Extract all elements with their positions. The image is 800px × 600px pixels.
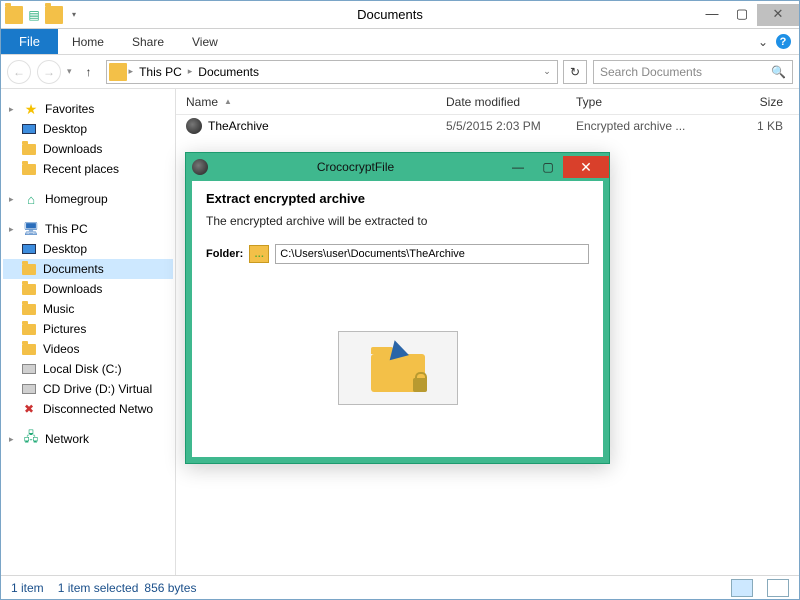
qat-newfolder-icon[interactable]: [45, 6, 63, 24]
breadcrumb-thispc[interactable]: This PC: [135, 65, 186, 79]
up-button[interactable]: ↑: [78, 61, 100, 83]
sidebar-thispc[interactable]: ▸🖥This PC: [3, 219, 173, 239]
sort-asc-icon: ▲: [224, 97, 232, 106]
minimize-button[interactable]: —: [697, 4, 727, 26]
maximize-button[interactable]: ▢: [727, 4, 757, 26]
refresh-button[interactable]: ↻: [563, 60, 587, 84]
sidebar-item-downloads[interactable]: Downloads: [3, 139, 173, 159]
table-row[interactable]: TheArchive 5/5/2015 2:03 PM Encrypted ar…: [176, 115, 799, 137]
col-date[interactable]: Date modified: [436, 95, 566, 109]
status-count: 1 item: [11, 581, 44, 595]
sidebar-favorites[interactable]: ▸★Favorites: [3, 99, 173, 119]
dialog-minimize-button[interactable]: —: [503, 156, 533, 178]
ribbon-expand-icon[interactable]: ⌄: [753, 29, 773, 54]
qat-dropdown-icon[interactable]: ▾: [65, 6, 83, 24]
search-input[interactable]: Search Documents 🔍: [593, 60, 793, 84]
sidebar-item-disconnected[interactable]: ✖Disconnected Netwo: [3, 399, 173, 419]
nav-toolbar: ← → ▾ ↑ ▸ This PC ▸ Documents ⌄ ↻ Search…: [1, 55, 799, 89]
dialog-subheading: The encrypted archive will be extracted …: [206, 214, 589, 228]
col-name[interactable]: Name ▲: [176, 95, 436, 109]
extract-folder-unlock-icon: [363, 342, 433, 394]
view-icons-button[interactable]: [767, 579, 789, 597]
breadcrumb-documents[interactable]: Documents: [194, 65, 263, 79]
sidebar-homegroup[interactable]: ▸⌂Homegroup: [3, 189, 173, 209]
dialog-body: Extract encrypted archive The encrypted …: [192, 181, 603, 457]
folder-icon: [109, 63, 127, 81]
history-dropdown-icon[interactable]: ▾: [67, 66, 72, 77]
search-icon: 🔍: [771, 65, 786, 79]
forward-button[interactable]: →: [37, 60, 61, 84]
extract-button[interactable]: [338, 331, 458, 405]
file-icon: [186, 118, 202, 134]
search-placeholder: Search Documents: [600, 65, 702, 79]
tab-share[interactable]: Share: [118, 29, 178, 54]
help-icon[interactable]: ?: [773, 29, 793, 54]
chevron-right-icon[interactable]: ▸: [129, 66, 134, 77]
tab-view[interactable]: View: [178, 29, 232, 54]
status-selected: 1 item selected: [58, 581, 139, 595]
column-headers: Name ▲ Date modified Type Size: [176, 89, 799, 115]
app-icon: [192, 159, 208, 175]
titlebar: ▤ ▾ Documents — ▢ ✕: [1, 1, 799, 29]
sidebar-item-recent[interactable]: Recent places: [3, 159, 173, 179]
dialog-title: CrococryptFile: [208, 160, 503, 174]
sidebar-item-desktop[interactable]: Desktop: [3, 119, 173, 139]
folder-label: Folder:: [206, 248, 243, 260]
chevron-right-icon[interactable]: ▸: [188, 66, 193, 77]
address-bar[interactable]: ▸ This PC ▸ Documents ⌄: [106, 60, 558, 84]
ribbon-tabs: File Home Share View ⌄ ?: [1, 29, 799, 55]
crococrypt-dialog: CrococryptFile — ▢ ✕ Extract encrypted a…: [185, 152, 610, 464]
view-details-button[interactable]: [731, 579, 753, 597]
back-button[interactable]: ←: [7, 60, 31, 84]
file-type: Encrypted archive ...: [566, 119, 696, 133]
dialog-titlebar: CrococryptFile — ▢ ✕: [186, 153, 609, 181]
file-date: 5/5/2015 2:03 PM: [436, 119, 566, 133]
sidebar-network[interactable]: ▸🖧Network: [3, 429, 173, 449]
dialog-heading: Extract encrypted archive: [206, 191, 589, 206]
file-size: 1 KB: [696, 119, 799, 133]
col-type[interactable]: Type: [566, 95, 696, 109]
status-bytes: 856 bytes: [144, 581, 196, 595]
file-name: TheArchive: [208, 119, 269, 133]
tab-file[interactable]: File: [1, 29, 58, 54]
sidebar-item-documents[interactable]: Documents: [3, 259, 173, 279]
dialog-close-button[interactable]: ✕: [563, 156, 609, 178]
sidebar-item-cddrive[interactable]: CD Drive (D:) Virtual: [3, 379, 173, 399]
status-bar: 1 item 1 item selected 856 bytes: [1, 575, 799, 599]
qat-properties-icon[interactable]: ▤: [25, 6, 43, 24]
sidebar-item-desktop2[interactable]: Desktop: [3, 239, 173, 259]
address-dropdown-icon[interactable]: ⌄: [539, 66, 555, 77]
sidebar-item-downloads2[interactable]: Downloads: [3, 279, 173, 299]
qat-icon[interactable]: [5, 6, 23, 24]
sidebar-item-localdisk[interactable]: Local Disk (C:): [3, 359, 173, 379]
tab-home[interactable]: Home: [58, 29, 118, 54]
window-title: Documents: [83, 7, 697, 22]
sidebar-item-videos[interactable]: Videos: [3, 339, 173, 359]
browse-button[interactable]: …: [249, 245, 269, 263]
close-button[interactable]: ✕: [757, 4, 799, 26]
sidebar-item-pictures[interactable]: Pictures: [3, 319, 173, 339]
dialog-maximize-button[interactable]: ▢: [533, 156, 563, 178]
col-size[interactable]: Size: [696, 95, 799, 109]
sidebar-item-music[interactable]: Music: [3, 299, 173, 319]
folder-input[interactable]: [275, 244, 589, 264]
nav-pane: ▸★Favorites Desktop Downloads Recent pla…: [1, 89, 176, 575]
